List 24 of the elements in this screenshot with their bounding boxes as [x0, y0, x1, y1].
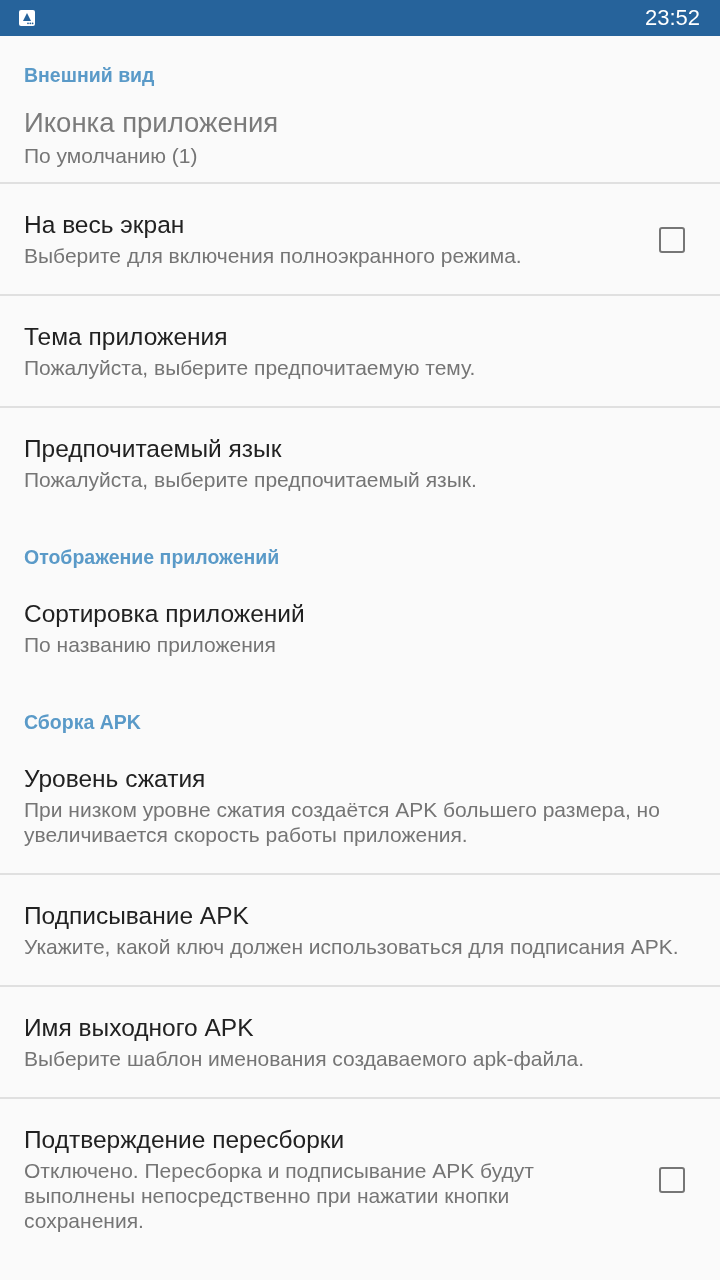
setting-title[interactable]: На весь экран — [24, 211, 615, 239]
setting-summary: Укажите, какой ключ должен использоваться для подписания APK. — [24, 934, 680, 959]
section-header: Отображение приложений — [24, 545, 280, 569]
status-time: 23:52 — [644, 5, 700, 31]
checkbox[interactable] — [659, 226, 685, 253]
setting-summary: Пожалуйста, выберите предпочитаемый язык. — [24, 467, 478, 492]
setting-summary: По умолчанию (1) — [24, 143, 199, 168]
setting-title[interactable]: Предпочитаемый язык — [24, 435, 696, 463]
section-header: Внешний вид — [24, 63, 155, 87]
setting-summary: По названию приложения — [24, 632, 277, 657]
setting-summary: Пожалуйста, выберите предпочитаемую тему. — [24, 355, 477, 380]
section-header: Сборка APK — [24, 710, 141, 734]
setting-title[interactable]: Подтверждение пересборки — [24, 1126, 615, 1154]
app-icon — [19, 10, 35, 26]
setting-summary: При низком уровне сжатия создаётся APK большего размера, но увеличивается скорость работы приложения. — [24, 797, 661, 847]
setting-summary: Отключено. Пересборка и подписывание APK будут выполнены непосредственно при нажатии кнопки сохранения. — [24, 1158, 535, 1233]
setting-title[interactable]: Имя выходного APK — [24, 1014, 696, 1042]
setting-title[interactable]: Сортировка приложений — [24, 600, 696, 628]
setting-title[interactable]: Подписывание APK — [24, 902, 696, 930]
setting-summary: Выберите шаблон именования создаваемого apk-файла. — [24, 1046, 586, 1071]
setting-title[interactable]: Тема приложения — [24, 323, 696, 351]
setting-summary: Выберите для включения полноэкранного режима. — [24, 243, 523, 268]
setting-title[interactable]: Уровень сжатия — [24, 765, 696, 793]
checkbox[interactable] — [659, 1166, 685, 1193]
